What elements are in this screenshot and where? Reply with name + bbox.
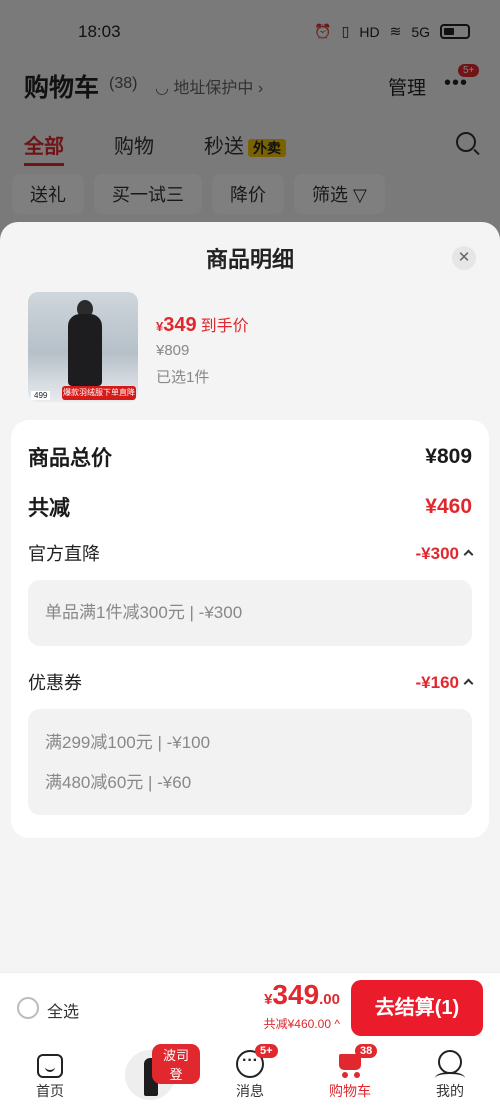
total-price-int: 349 [272, 979, 320, 1010]
tabbar-cart-label: 购物车 [329, 1083, 371, 1099]
official-label: 官方直降 [28, 544, 100, 564]
tabbar-me-label: 我的 [436, 1083, 464, 1099]
coat-figure [68, 314, 102, 386]
chevron-up-icon: ^ [334, 1017, 340, 1031]
tabbar-ad[interactable]: 波司登 [100, 1042, 200, 1111]
checkout-bar: 全选 ¥349.00 共减¥460.00 ^ 去结算(1) [0, 972, 500, 1042]
reduce-value: ¥460 [425, 495, 472, 518]
message-badge: 5+ [255, 1044, 278, 1058]
official-detail-box: 单品满1件减300元 | -¥300 [28, 580, 472, 646]
coupon-detail-box: 满299减100元 | -¥100 满480减60元 | -¥60 [28, 709, 472, 815]
saved-label: 共减¥460.00 [263, 1017, 332, 1031]
chevron-up-icon [463, 549, 474, 559]
product-detail-sheet: 商品明细 ✕ 499 爆款羽绒服下单直降 ¥349 到手价 ¥809 已选1件 商… [0, 222, 500, 972]
tabbar-cart[interactable]: 38 购物车 [300, 1042, 400, 1111]
bottom-tab-bar: 首页 波司登 5+ 消息 38 购物车 我的 [0, 1042, 500, 1111]
coupon-row[interactable]: 优惠券 -¥160 [28, 669, 474, 695]
price-breakdown-card: 商品总价 ¥809 共减 ¥460 官方直降 -¥300 单品满1件减300元 … [11, 420, 489, 838]
cart-icon-wheel [354, 1072, 360, 1078]
image-banner: 爆款羽绒服下单直降 [62, 386, 136, 400]
total-row: 商品总价 ¥809 [28, 442, 472, 472]
ad-brand-tag: 波司登 [152, 1044, 200, 1084]
original-price: ¥809 [156, 342, 190, 359]
coupon-value: -¥160 [415, 672, 459, 692]
image-price-tag: 499 [31, 391, 51, 400]
selected-count: 已选1件 [156, 369, 210, 386]
home-icon [37, 1054, 63, 1078]
modal-overlay[interactable] [0, 0, 500, 235]
close-icon[interactable]: ✕ [452, 246, 476, 270]
price-label: 到手价 [200, 318, 249, 335]
official-detail: 单品满1件减300元 | -¥300 [45, 603, 243, 622]
select-all-radio[interactable] [17, 997, 39, 1019]
cart-badge: 38 [355, 1044, 378, 1058]
total-price: ¥349.00 [264, 979, 340, 1011]
reduce-label: 共减 [28, 497, 70, 520]
reduce-row: 共减 ¥460 [28, 492, 472, 522]
official-value: -¥300 [415, 543, 459, 563]
tabbar-me[interactable]: 我的 [400, 1042, 500, 1111]
checkout-button[interactable]: 去结算(1) [351, 980, 483, 1036]
official-discount-row[interactable]: 官方直降 -¥300 [28, 540, 474, 566]
total-price-dec: .00 [319, 991, 340, 1008]
sheet-title: 商品明细 [205, 247, 294, 272]
total-value: ¥809 [425, 445, 472, 468]
select-all-label[interactable]: 全选 [47, 998, 79, 1022]
profile-icon [435, 1050, 465, 1074]
total-label: 商品总价 [28, 447, 112, 470]
chevron-up-icon [463, 678, 474, 688]
tabbar-home-label: 首页 [36, 1083, 64, 1099]
product-image[interactable]: 499 爆款羽绒服下单直降 [28, 292, 138, 402]
coupon-detail: 满299减100元 | -¥100 [45, 733, 211, 752]
final-price: ¥349 到手价 [156, 312, 249, 337]
tabbar-messages-label: 消息 [236, 1083, 264, 1099]
saved-amount[interactable]: 共减¥460.00 ^ [264, 1015, 340, 1032]
coupon-label: 优惠券 [28, 673, 82, 693]
tabbar-home[interactable]: 首页 [0, 1042, 100, 1111]
cart-icon-wheel [342, 1072, 348, 1078]
coupon-detail: 满480减60元 | -¥60 [45, 773, 192, 792]
price-value: 349 [163, 314, 197, 336]
tabbar-messages[interactable]: 5+ 消息 [200, 1042, 300, 1111]
